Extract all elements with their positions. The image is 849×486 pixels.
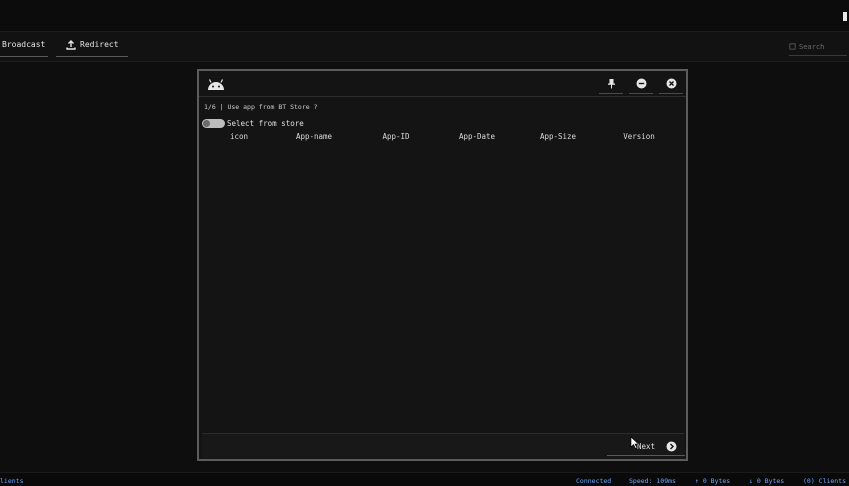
search-icon [789,43,796,50]
speed-readout: Speed: 109ms [629,477,676,485]
column-header-app-id: App-ID [382,132,410,141]
mouse-cursor-icon [630,436,640,449]
select-from-store-toggle[interactable] [202,119,225,128]
column-header-app-size: App-Size [539,132,577,141]
dialog-header [199,71,686,97]
download-readout: ↓ 0 Bytes [749,477,785,485]
next-button[interactable]: Next [607,437,685,456]
upload-icon [66,40,76,50]
broadcast-label: Broadcast [2,40,46,49]
clients-count: (0) Clients [803,477,847,485]
dialog-footer: Next [202,433,685,458]
status-bar: lients Connected Speed: 109ms ↑ 0 Bytes … [0,472,849,486]
column-header-app-name: App-name [295,132,333,141]
app-table-header: icon App-name App-ID App-Date App-Size V… [199,132,686,144]
select-from-store-label: Select from store [227,119,304,128]
redirect-label: Redirect [80,40,119,49]
close-icon [666,78,676,89]
toolbar: Broadcast Redirect [0,32,849,62]
minimize-icon [636,78,646,89]
close-button[interactable] [659,74,683,94]
top-bar [0,0,849,32]
search-input[interactable] [799,41,847,53]
column-header-app-date: App-Date [458,132,496,141]
broadcast-button[interactable]: Broadcast [0,38,48,57]
pin-button[interactable] [599,74,623,94]
redirect-button[interactable]: Redirect [56,38,128,57]
upload-app-dialog: 1/6 | Use app from BT Store ? Select fro… [197,69,688,461]
minimize-button[interactable] [629,74,653,94]
column-header-version: Version [623,132,655,141]
search-box[interactable] [789,40,847,56]
pin-icon [607,79,615,89]
step-indicator: 1/6 | Use app from BT Store ? [204,103,318,111]
clients-panel-label[interactable]: lients [0,477,23,485]
arrow-right-circle-icon [666,441,677,452]
connection-status: Connected [576,477,612,485]
android-icon [208,79,224,90]
upload-readout: ↑ 0 Bytes [695,477,731,485]
column-header-icon: icon [229,132,249,141]
window-control-icon[interactable] [843,12,847,21]
